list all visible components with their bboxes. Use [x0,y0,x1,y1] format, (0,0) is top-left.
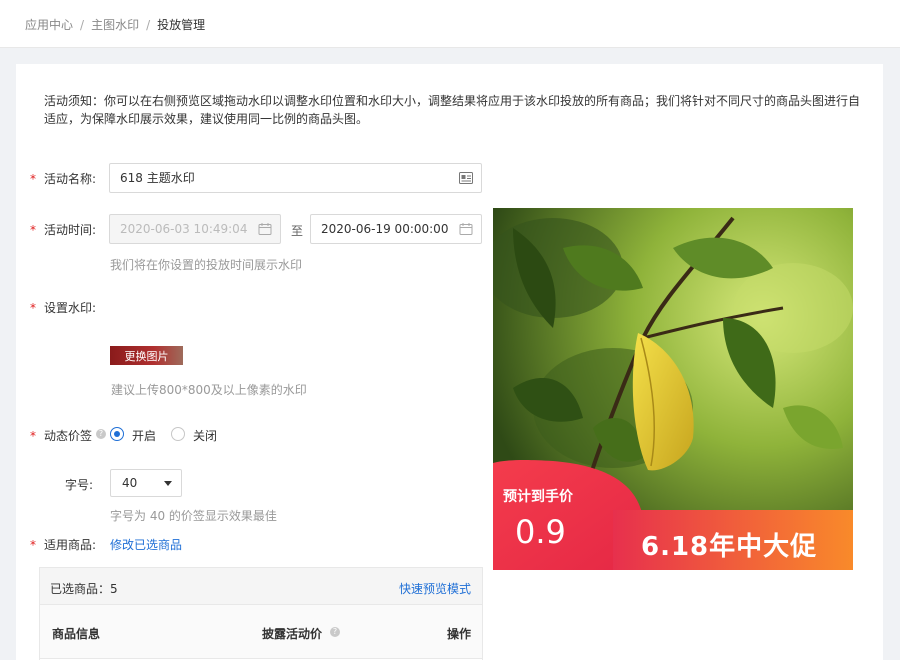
breadcrumb-app-center[interactable]: 应用中心 [25,18,73,32]
activity-notice: 活动须知：你可以在右侧预览区域拖动水印以调整水印位置和水印大小，调整结果将应用于… [44,94,861,126]
table-summary-bar: 已选商品：5 快速预览模式 [40,568,482,605]
column-activity-price: 披露活动价 [262,627,323,641]
activity-name-input[interactable]: 618 主题水印 [109,163,482,193]
end-time-value: 2020-06-19 00:00:00 [321,222,449,236]
time-hint: 我们将在你设置的投放时间展示水印 [110,258,303,272]
dynamic-price-label: * 动态价签 [30,427,92,444]
radio-on-label[interactable]: 开启 [132,427,156,444]
activity-name-value: 618 主题水印 [120,171,195,185]
required-mark: * [30,223,36,237]
replace-image-button[interactable]: 更换图片 [110,348,183,364]
radio-off[interactable] [171,427,185,441]
required-mark: * [30,429,36,443]
watermark-label: * 设置水印: [30,299,96,316]
start-time-value: 2020-06-03 10:49:04 [120,222,248,236]
radio-on[interactable] [110,427,124,441]
selected-goods-count: 5 [110,582,118,596]
breadcrumb-separator: / [146,18,151,32]
activity-name-label-text: 活动名称: [44,172,97,186]
breadcrumb: 应用中心 / 主图水印 / 投放管理 [25,16,205,33]
activity-name-label: * 活动名称: [30,170,96,187]
selected-goods-label: 已选商品：5 [50,580,118,597]
activity-time-label-text: 活动时间: [44,223,97,237]
end-time-input[interactable]: 2020-06-19 00:00:00 [310,214,482,244]
price-tag-title: 预计到手价 [503,489,573,505]
top-bar: 应用中心 / 主图水印 / 投放管理 [0,0,900,48]
breadcrumb-current: 投放管理 [157,18,206,32]
goods-label-text: 适用商品: [44,538,97,552]
radio-off-label[interactable]: 关闭 [193,427,217,444]
price-tag-value: 0.9 [515,513,566,551]
required-mark: * [30,301,36,315]
caret-down-icon [164,481,172,486]
font-size-label: 字号: [65,478,94,492]
promo-banner-text: 6.18年中大促 [641,532,818,562]
watermark-hint: 建议上传800*800及以上像素的水印 [111,383,307,397]
calendar-icon [459,223,473,235]
breadcrumb-watermark[interactable]: 主图水印 [91,18,139,32]
font-size-select[interactable]: 40 [110,469,182,497]
watermark-preview[interactable]: 预计到手价 0.9 6.18年中大促 [493,208,853,570]
font-size-value: 40 [122,476,138,490]
modify-goods-link[interactable]: 修改已选商品 [110,536,182,553]
selected-goods-label-text: 已选商品： [50,582,111,596]
required-mark: * [30,538,36,552]
required-mark: * [30,172,36,186]
start-time-input[interactable]: 2020-06-03 10:49:04 [109,214,281,244]
help-icon[interactable]: ? [330,627,340,637]
watermark-thumbnail[interactable]: 更换图片 [110,346,183,365]
watermark-label-text: 设置水印: [44,301,97,315]
goods-table: 已选商品：5 快速预览模式 商品信息 披露活动价 ? 操作 [39,567,483,660]
column-goods-info: 商品信息 [52,627,101,641]
to-separator: 至 [291,224,304,238]
goods-label: * 适用商品: [30,536,96,553]
table-header: 商品信息 披露活动价 ? 操作 [40,605,482,659]
quick-preview-link[interactable]: 快速预览模式 [399,580,471,597]
activity-time-label: * 活动时间: [30,221,96,238]
id-card-icon [459,172,473,184]
calendar-icon [258,223,272,235]
dynamic-price-label-text: 动态价签 [44,429,93,443]
column-action: 操作 [447,627,472,641]
font-size-hint: 字号为 40 的价签显示效果最佳 [110,509,277,523]
breadcrumb-separator: / [80,18,85,32]
help-icon[interactable]: ? [96,429,106,439]
